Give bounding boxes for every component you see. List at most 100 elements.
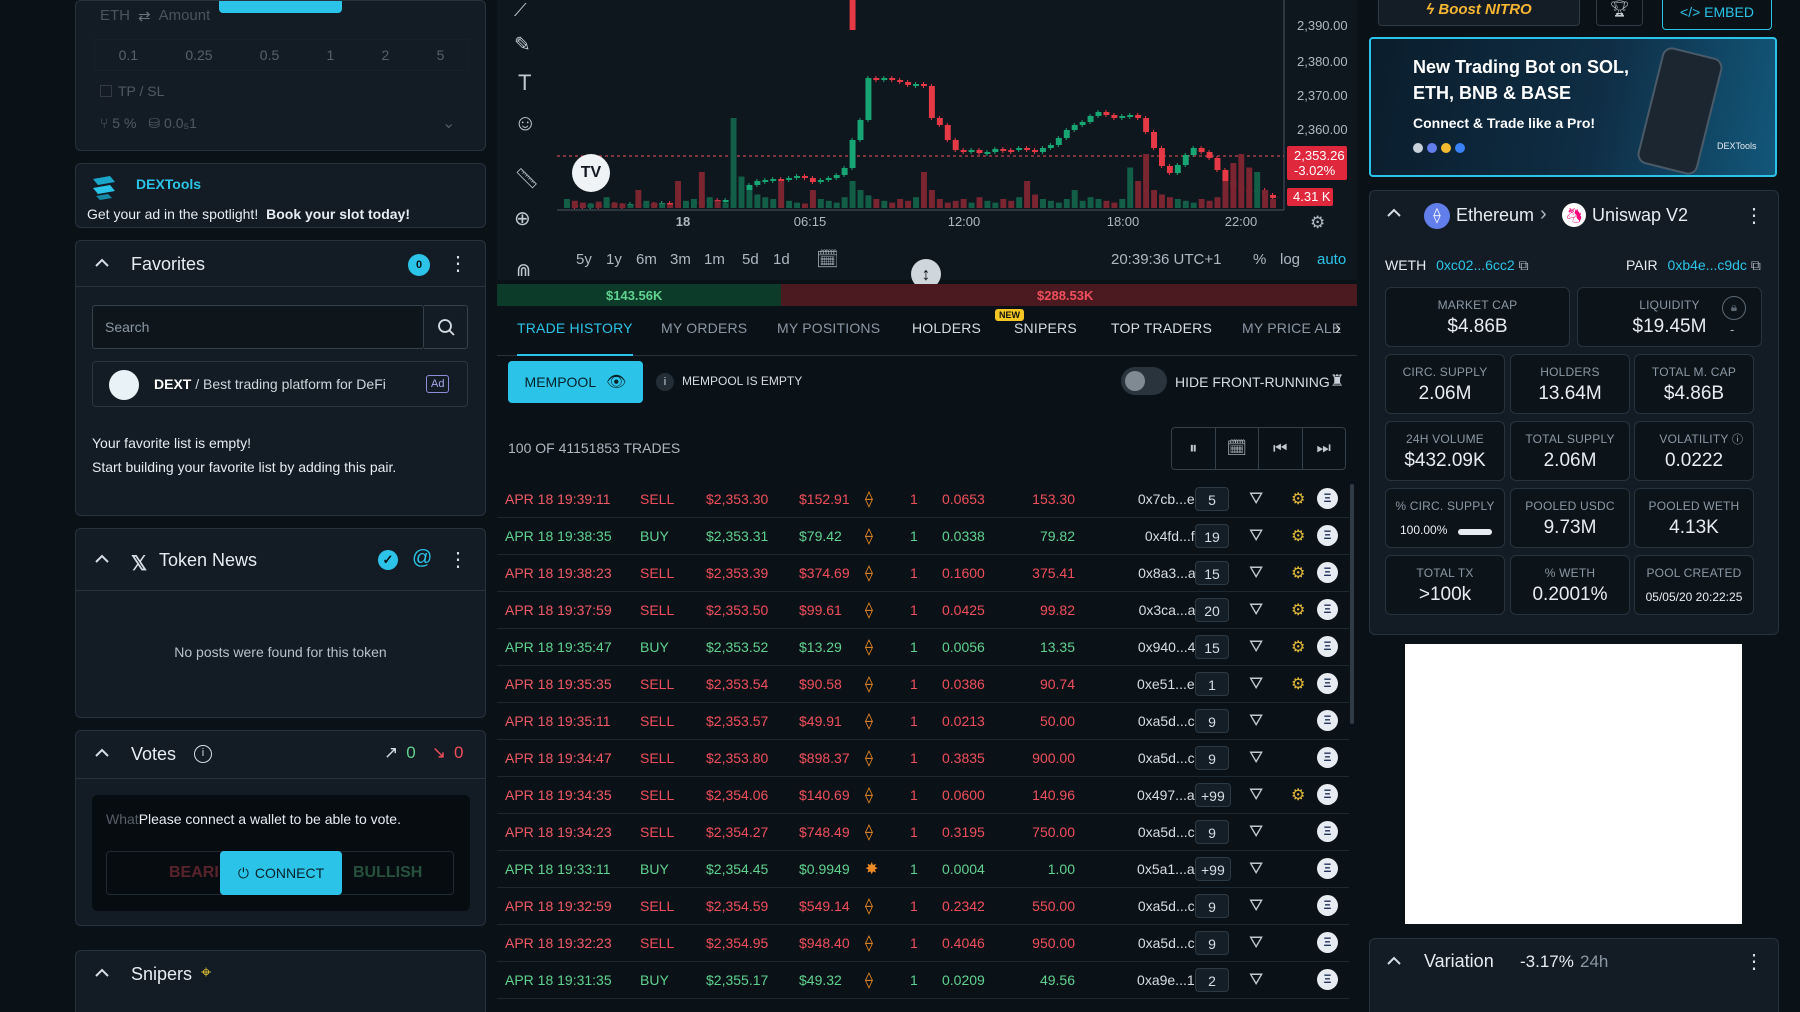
amount-placeholder[interactable]: Amount xyxy=(159,7,211,25)
range-3m[interactable]: 3m xyxy=(670,251,691,268)
copy-icon[interactable]: ⧉ xyxy=(1751,257,1761,273)
range-1y[interactable]: 1y xyxy=(606,251,622,268)
maker-tx-count[interactable]: 2 xyxy=(1195,968,1229,992)
ad-placeholder[interactable] xyxy=(1405,644,1742,924)
table-row[interactable]: APR 18 19:32:23 SELL $2,354.95 $948.40 ⟠… xyxy=(497,925,1349,962)
table-row[interactable]: APR 18 19:34:35 SELL $2,354.06 $140.69 ⟠… xyxy=(497,777,1349,814)
table-row[interactable]: APR 18 19:34:47 SELL $2,353.80 $898.37 ⟠… xyxy=(497,740,1349,777)
maker-tx-count[interactable]: 15 xyxy=(1195,635,1229,659)
more-vertical-icon[interactable]: ⋮ xyxy=(448,251,468,276)
maker-tx-count[interactable]: 19 xyxy=(1195,524,1229,548)
brush-tool-icon[interactable]: ✎ xyxy=(514,32,531,57)
etherscan-icon[interactable]: Ξ xyxy=(1317,673,1338,694)
magnet-tool-icon[interactable]: ⋒ xyxy=(516,260,531,281)
tab-my-positions[interactable]: MY POSITIONS xyxy=(777,320,880,336)
filter-icon[interactable]: ⛛ xyxy=(1249,600,1263,620)
chevron-right-icon[interactable]: › xyxy=(1335,318,1341,339)
etherscan-icon[interactable]: Ξ xyxy=(1317,858,1338,879)
zoom-in-icon[interactable]: ⊕ xyxy=(514,206,531,231)
maker-tx-count[interactable]: 9 xyxy=(1195,746,1229,770)
info-icon[interactable]: ⓘ xyxy=(1732,431,1743,447)
range-1m[interactable]: 1m xyxy=(704,251,725,268)
info-icon[interactable]: i xyxy=(656,373,674,391)
swap-arrows-icon[interactable]: ⇄ xyxy=(138,7,151,25)
chevron-up-icon[interactable] xyxy=(93,745,111,759)
calendar-icon[interactable]: 🗓︎ xyxy=(1216,428,1259,469)
etherscan-icon[interactable]: Ξ xyxy=(1317,562,1338,583)
copy-icon[interactable]: ⧉ xyxy=(1519,257,1529,273)
weth-address-link[interactable]: 0xc02...6cc2 xyxy=(1436,257,1515,273)
pause-icon[interactable]: ⏸︎ xyxy=(1172,428,1216,469)
etherscan-icon[interactable]: Ξ xyxy=(1317,895,1338,916)
gas-value[interactable]: ⛁ 0.0₅1 xyxy=(148,115,197,132)
table-row[interactable]: APR 18 19:38:23 SELL $2,353.39 $374.69 ⟠… xyxy=(497,555,1349,592)
tab-my-orders[interactable]: MY ORDERS xyxy=(661,320,747,336)
table-row[interactable]: APR 18 19:35:47 BUY $2,353.52 $13.29 ⟠ 1… xyxy=(497,629,1349,666)
ad-panel[interactable]: DEXTools Get your ad in the spotlight! B… xyxy=(75,163,486,228)
more-vertical-icon[interactable]: ⋮ xyxy=(448,547,468,572)
etherscan-icon[interactable]: Ξ xyxy=(1317,599,1338,620)
text-tool-icon[interactable]: T xyxy=(518,70,531,96)
search-icon[interactable] xyxy=(424,305,468,349)
table-row[interactable]: APR 18 19:34:23 SELL $2,354.27 $748.49 ⟠… xyxy=(497,814,1349,851)
etherscan-icon[interactable]: Ξ xyxy=(1317,932,1338,953)
etherscan-icon[interactable]: Ξ xyxy=(1317,784,1338,805)
tab-top-traders[interactable]: TOP TRADERS xyxy=(1111,320,1212,336)
table-row[interactable]: APR 18 19:35:11 SELL $2,353.57 $49.91 ⟠ … xyxy=(497,703,1349,740)
maker-tx-count[interactable]: 9 xyxy=(1195,931,1229,955)
favorites-search-input[interactable]: Search xyxy=(92,305,424,349)
tab-snipers[interactable]: SNIPERS xyxy=(1014,320,1077,336)
maker-tx-count[interactable]: 9 xyxy=(1195,820,1229,844)
chevron-up-icon[interactable] xyxy=(93,551,111,565)
tab-holders[interactable]: HOLDERS xyxy=(912,320,981,336)
tp-sl-checkbox[interactable] xyxy=(100,85,112,97)
hide-front-running-toggle[interactable] xyxy=(1121,367,1167,395)
calendar-range-icon[interactable]: 🗓︎ xyxy=(816,249,839,270)
preset-4[interactable]: 2 xyxy=(382,47,390,63)
etherscan-icon[interactable]: Ξ xyxy=(1317,747,1338,768)
chevron-up-icon[interactable] xyxy=(1385,953,1403,967)
slippage-value[interactable]: ⑂ 5 % xyxy=(100,115,136,132)
etherscan-icon[interactable]: Ξ xyxy=(1317,488,1338,509)
table-scrollbar[interactable] xyxy=(1350,484,1354,724)
maker-tx-count[interactable]: +99 xyxy=(1195,783,1231,807)
preset-5[interactable]: 5 xyxy=(437,47,445,63)
table-row[interactable]: APR 18 19:32:59 SELL $2,354.59 $549.14 ⟠… xyxy=(497,888,1349,925)
filter-icon[interactable]: ⛛ xyxy=(1249,563,1263,583)
candlestick-chart[interactable]: 2,390.00 2,380.00 2,370.00 2,360.00 2,353.26… xyxy=(497,0,1357,280)
etherscan-icon[interactable]: Ξ xyxy=(1317,636,1338,657)
maker-tx-count[interactable]: 20 xyxy=(1195,598,1229,622)
range-6m[interactable]: 6m xyxy=(636,251,657,268)
first-page-icon[interactable]: ⏮︎ xyxy=(1259,428,1303,469)
auto-scale-toggle[interactable]: auto xyxy=(1317,251,1346,268)
etherscan-icon[interactable]: Ξ xyxy=(1317,821,1338,842)
chain-name[interactable]: Ethereum xyxy=(1456,205,1534,226)
verified-icon[interactable]: ✓ xyxy=(378,550,398,570)
more-vertical-icon[interactable]: ⋮ xyxy=(1744,203,1764,228)
trendline-tool-icon[interactable]: ⟋ xyxy=(514,0,527,21)
preset-2[interactable]: 0.5 xyxy=(260,47,279,63)
table-row[interactable]: APR 18 19:39:11 SELL $2,353.30 $152.91 ⟠… xyxy=(497,481,1349,518)
maker-tx-count[interactable]: 9 xyxy=(1195,894,1229,918)
preset-1[interactable]: 0.25 xyxy=(185,47,212,63)
percent-scale-toggle[interactable]: % xyxy=(1253,251,1266,268)
table-row[interactable]: APR 18 19:31:35 BUY $2,355.17 $49.32 ⟠ 1… xyxy=(497,962,1349,999)
filter-icon[interactable]: ⛛ xyxy=(1249,859,1263,879)
tab-trade-history[interactable]: TRADE HISTORY xyxy=(517,320,633,356)
filter-icon[interactable]: ⛛ xyxy=(1249,785,1263,805)
bearish-button[interactable]: BEARI xyxy=(169,864,219,882)
dex-name[interactable]: Uniswap V2 xyxy=(1592,205,1688,226)
preset-0[interactable]: 0.1 xyxy=(119,47,138,63)
next-page-icon[interactable]: ⏭︎ xyxy=(1303,428,1346,469)
etherscan-icon[interactable]: Ξ xyxy=(1317,969,1338,990)
filter-icon[interactable]: ⛛ xyxy=(1249,674,1263,694)
chevron-up-icon[interactable] xyxy=(93,965,111,979)
filter-icon[interactable]: ⛛ xyxy=(1249,822,1263,842)
filter-icon[interactable]: ⛛ xyxy=(1249,637,1263,657)
range-1d[interactable]: 1d xyxy=(773,251,790,268)
connect-button[interactable]: ⏻ CONNECT xyxy=(220,851,342,895)
bullish-button[interactable]: BULLISH xyxy=(353,864,422,882)
maker-tx-count[interactable]: 5 xyxy=(1195,487,1229,511)
maker-tx-count[interactable]: +99 xyxy=(1195,857,1231,881)
table-row[interactable]: APR 18 19:35:35 SELL $2,353.54 $90.58 ⟠ … xyxy=(497,666,1349,703)
